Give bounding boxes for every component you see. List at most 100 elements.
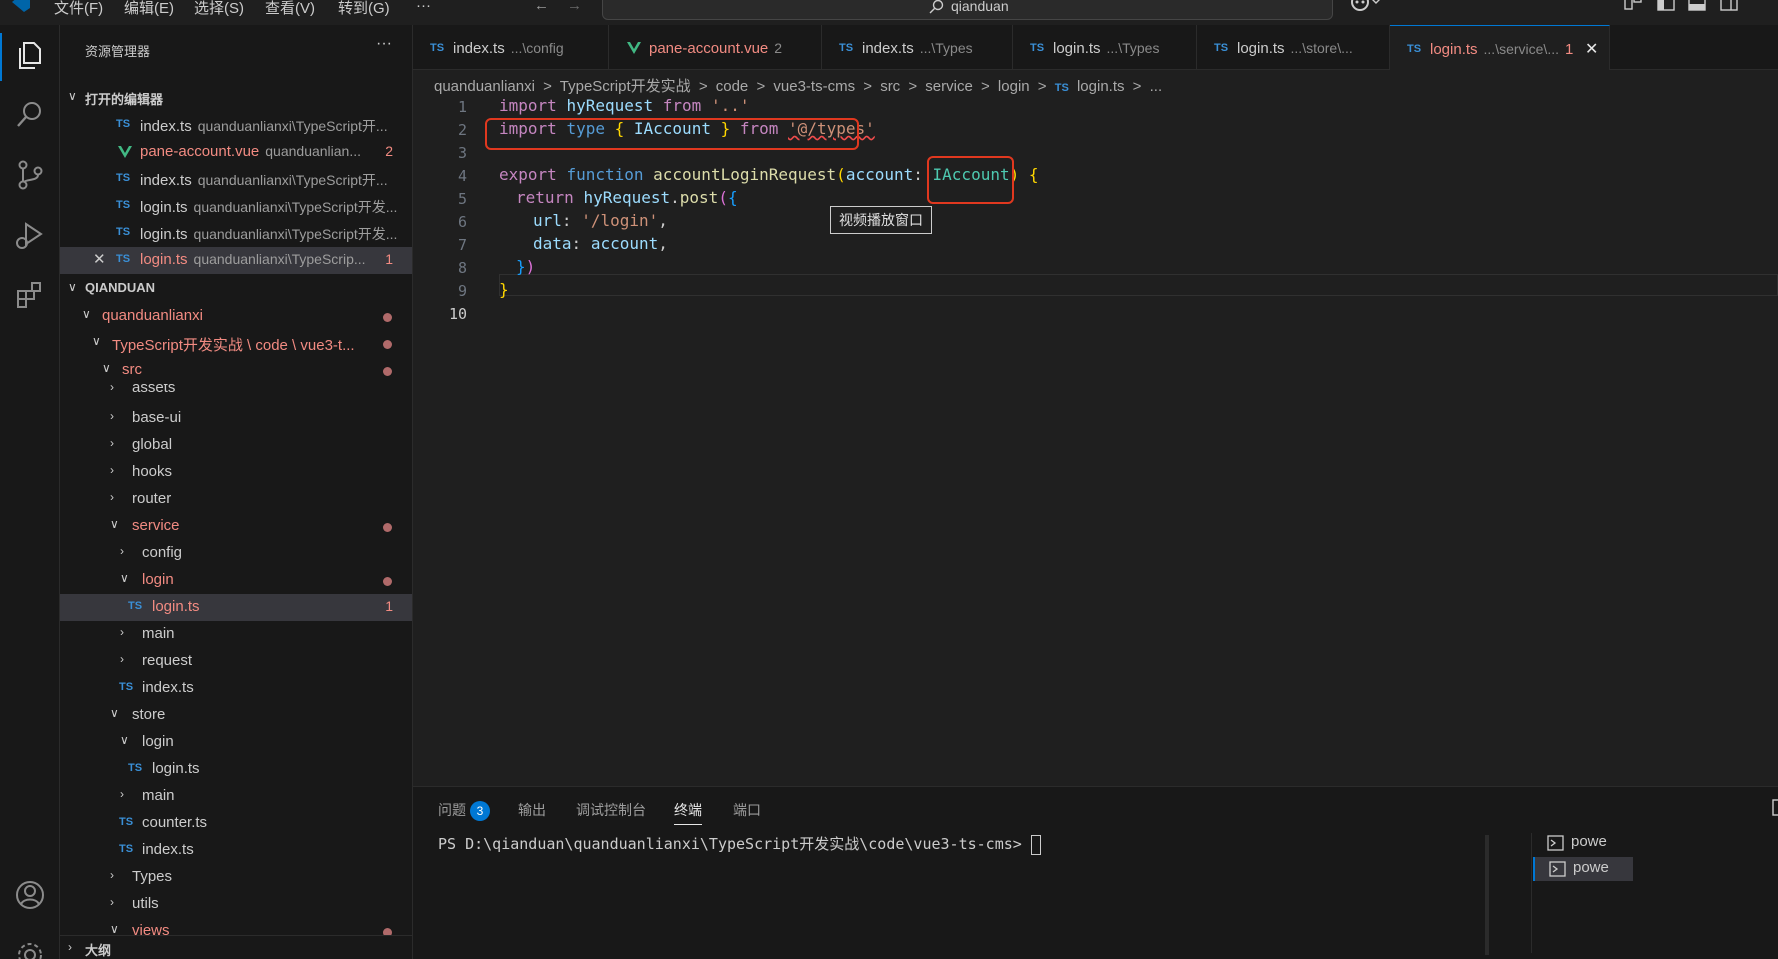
breadcrumb-item[interactable]: service [925, 78, 973, 95]
chevron-right-icon: › [120, 544, 124, 558]
chevron-down-icon: ∨ [110, 706, 119, 720]
chevron-down-icon: ∨ [68, 89, 77, 103]
tab-ports[interactable]: 端口 [733, 800, 761, 820]
open-editor-item[interactable]: pane-account.vue quanduanlian... 2 [60, 139, 412, 166]
breadcrumb-separator: > [543, 78, 552, 95]
tree-folder[interactable]: › main [60, 621, 412, 648]
tree-file-active[interactable]: TS login.ts 1 [60, 594, 412, 621]
tree-folder[interactable]: › main [60, 783, 412, 810]
code-editor[interactable]: 1 2 3 4 5 6 7 8 9 10 import hyRequest fr… [413, 96, 1778, 786]
open-editor-item[interactable]: TS index.ts quanduanlianxi\TypeScript开... [60, 166, 412, 193]
tree-folder[interactable]: ∨ src [60, 357, 412, 384]
menu-more[interactable]: ··· [416, 0, 431, 14]
tree-folder[interactable]: ∨ views [60, 918, 412, 935]
tree-folder[interactable]: › router [60, 486, 412, 513]
workspace-section[interactable]: ∨ QIANDUAN [60, 276, 412, 303]
breadcrumb-item[interactable]: ... [1150, 78, 1163, 95]
open-editor-item-active[interactable]: ✕ TS login.ts quanduanlianxi\TypeScrip...… [60, 247, 412, 274]
run-debug-icon[interactable] [14, 219, 46, 251]
tree-folder[interactable]: › Types [60, 864, 412, 891]
tab-pane-account[interactable]: pane-account.vue 2 [609, 25, 822, 70]
tree-file[interactable]: TS index.ts [60, 837, 412, 864]
tab-debug-console[interactable]: 调试控制台 [576, 800, 646, 820]
settings-gear-icon[interactable] [14, 939, 46, 959]
tree-folder[interactable]: ∨ TypeScript开发实战 \ code \ vue3-t... [60, 330, 412, 357]
source-control-icon[interactable] [14, 159, 46, 191]
tree-file[interactable]: TS index.ts [60, 675, 412, 702]
tree-folder[interactable]: › hooks [60, 459, 412, 486]
breadcrumb-item[interactable]: vue3-ts-cms [773, 78, 855, 95]
section-label: QIANDUAN [85, 280, 156, 295]
tab-login-service-active[interactable]: TS login.ts ...\service\... 1 ✕ [1390, 25, 1610, 70]
tab-index-config[interactable]: TS index.ts ...\config [413, 25, 609, 70]
open-editors-section[interactable]: ∨ 打开的编辑器 [60, 85, 412, 112]
terminal-divider [1531, 833, 1532, 953]
chevron-right-icon: › [110, 895, 114, 909]
extensions-icon[interactable] [14, 279, 46, 311]
toggle-primary-sidebar-icon[interactable] [1657, 0, 1675, 12]
forward-arrow-icon[interactable]: → [567, 0, 582, 14]
breadcrumb-item[interactable]: login [998, 78, 1030, 95]
tab-path: ...\Types [919, 40, 973, 56]
tree-folder[interactable]: ∨ store [60, 702, 412, 729]
file-label: index.ts [142, 679, 194, 696]
panel-maximize-icon[interactable] [1772, 799, 1778, 817]
customize-layout-icon[interactable] [1624, 0, 1642, 12]
search-view-icon[interactable] [14, 99, 46, 131]
terminal-instance-active[interactable]: powe [1533, 857, 1633, 881]
explorer-icon[interactable] [14, 39, 46, 71]
tree-folder[interactable]: › base-ui [60, 405, 412, 432]
tab-login-store[interactable]: TS login.ts ...\store\... [1197, 25, 1390, 70]
tree-folder[interactable]: › request [60, 648, 412, 675]
close-icon[interactable]: ✕ [93, 250, 106, 268]
chevron-right-icon: › [120, 787, 124, 801]
breadcrumb-item[interactable]: code [716, 78, 749, 95]
tree-folder[interactable]: ∨ login [60, 729, 412, 756]
menu-view[interactable]: 查看(V) [265, 0, 315, 18]
back-arrow-icon[interactable]: ← [534, 0, 549, 14]
menu-go[interactable]: 转到(G) [338, 0, 390, 18]
terminal-instance[interactable]: powe [1547, 831, 1627, 855]
tree-folder[interactable]: › global [60, 432, 412, 459]
terminal-line[interactable]: PS D:\qianduan\quanduanlianxi\TypeScript… [438, 833, 1041, 855]
tab-login-types[interactable]: TS login.ts ...\Types [1013, 25, 1197, 70]
tree-file[interactable]: TS counter.ts [60, 810, 412, 837]
terminal-scrollbar[interactable] [1485, 835, 1489, 955]
tree-folder[interactable]: › assets [60, 384, 412, 403]
close-icon[interactable]: ✕ [1585, 39, 1598, 59]
modified-dot [383, 523, 392, 532]
folder-label: TypeScript开发实战 \ code \ vue3-t... [112, 337, 355, 354]
open-editor-item[interactable]: TS index.ts quanduanlianxi\TypeScript开... [60, 112, 412, 139]
tree-folder[interactable]: ∨ quanduanlianxi [60, 303, 412, 330]
menu-selection[interactable]: 选择(S) [194, 0, 244, 18]
open-editor-item[interactable]: TS login.ts quanduanlianxi\TypeScript开发..… [60, 220, 412, 247]
tab-problems[interactable]: 问题 3 [438, 800, 490, 821]
folder-label: request [142, 652, 193, 669]
tab-output[interactable]: 输出 [518, 800, 546, 820]
tree-folder[interactable]: ∨ service [60, 513, 412, 540]
breadcrumb-item[interactable]: TypeScript开发实战 [560, 78, 691, 95]
outline-section[interactable]: › 大纲 [60, 935, 412, 959]
chevron-down-icon: ∨ [120, 733, 129, 747]
tree-folder[interactable]: › config [60, 540, 412, 567]
breadcrumb-item[interactable]: quanduanlianxi [434, 78, 535, 95]
toggle-secondary-sidebar-icon[interactable] [1720, 0, 1738, 12]
tree-folder[interactable]: ∨ login [60, 567, 412, 594]
menu-file[interactable]: 文件(F) [54, 0, 103, 18]
toggle-panel-icon[interactable] [1688, 0, 1706, 12]
chevron-down-icon: ∨ [68, 280, 77, 294]
account-icon[interactable] [14, 879, 46, 911]
open-editor-item[interactable]: TS login.ts quanduanlianxi\TypeScript开发..… [60, 193, 412, 220]
breadcrumb-item[interactable]: src [880, 78, 900, 95]
section-label: 大纲 [85, 943, 112, 958]
folder-label: Types [132, 868, 173, 885]
menu-edit[interactable]: 编辑(E) [124, 0, 174, 18]
tree-folder[interactable]: › utils [60, 891, 412, 918]
explorer-more-button[interactable]: ··· [376, 35, 392, 53]
tab-terminal[interactable]: 终端 [674, 800, 702, 825]
copilot-icon[interactable] [1348, 0, 1382, 12]
breadcrumb-item[interactable]: login.ts [1077, 78, 1125, 95]
tab-index-types[interactable]: TS index.ts ...\Types [822, 25, 1013, 70]
command-center-search[interactable]: qianduan [602, 0, 1333, 20]
tree-file[interactable]: TS login.ts [60, 756, 412, 783]
